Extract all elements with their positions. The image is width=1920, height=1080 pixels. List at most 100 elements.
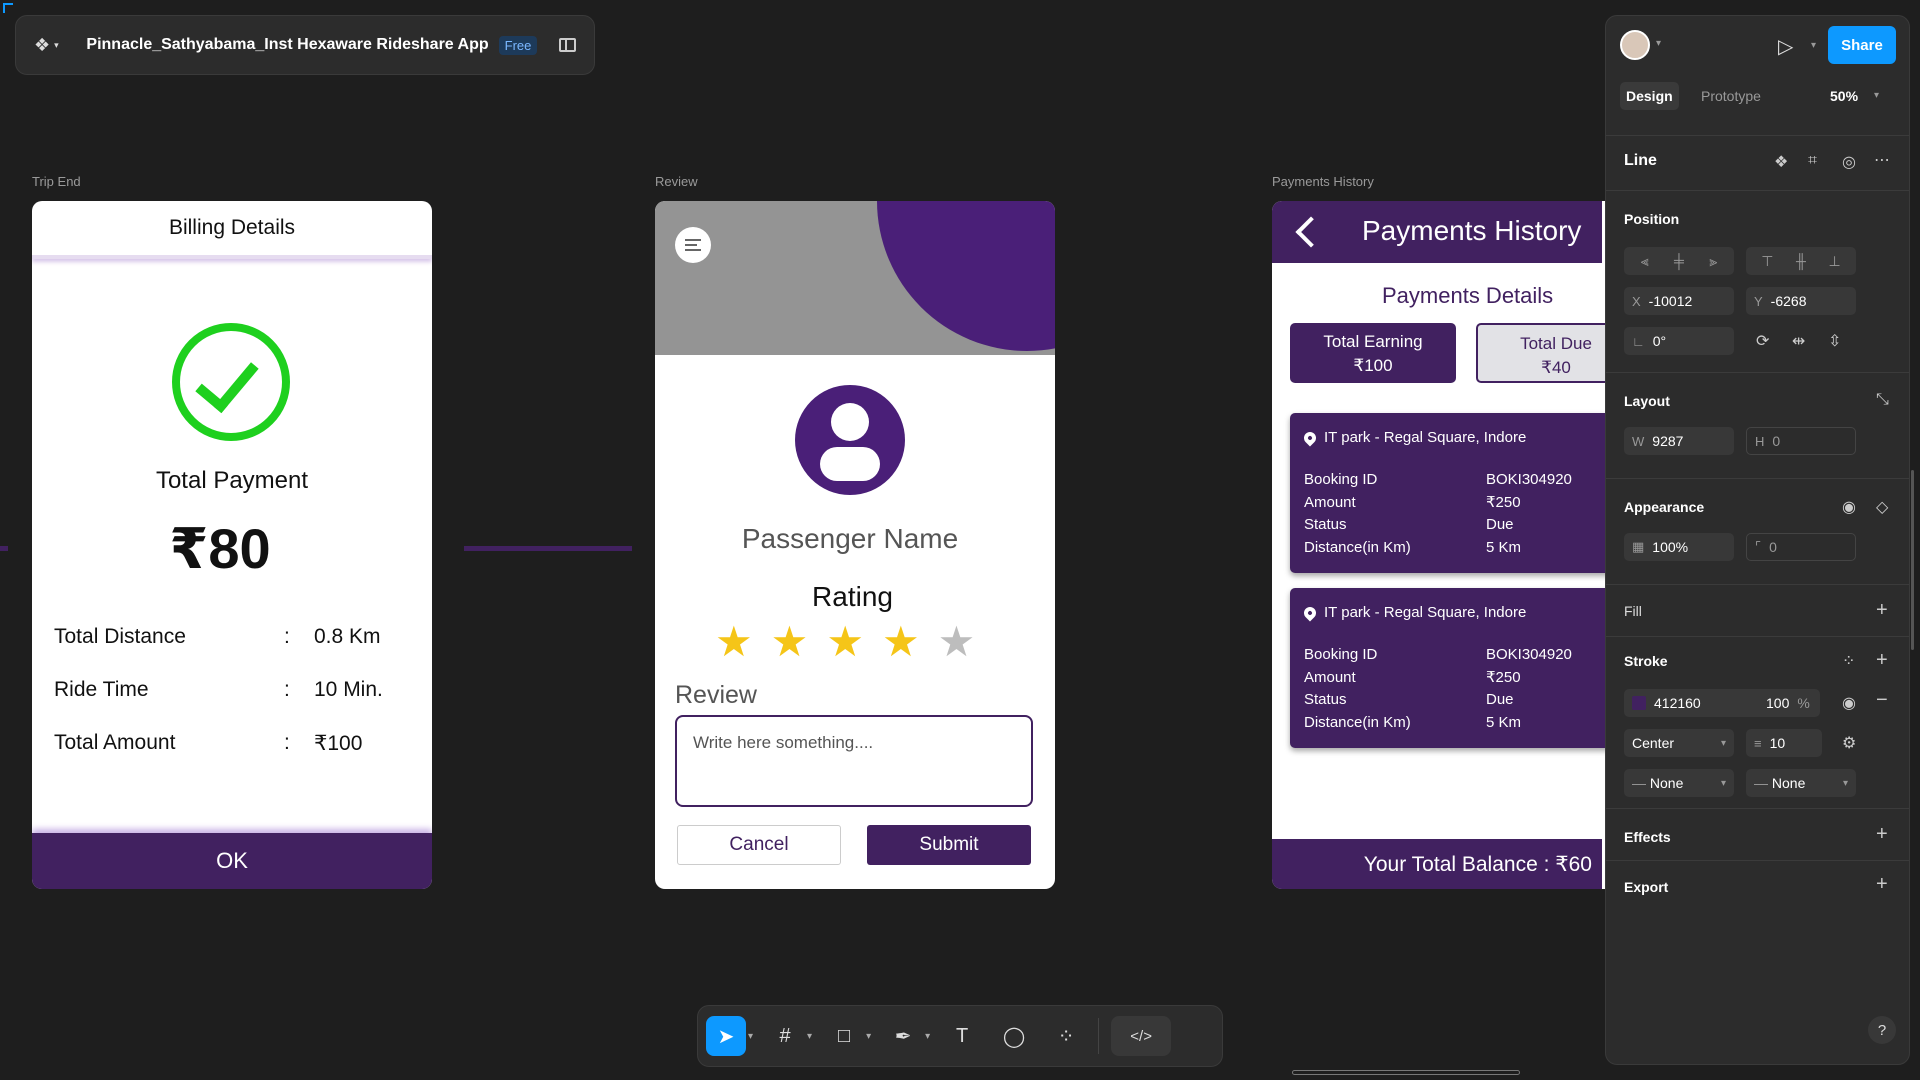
flip-horizontal-icon[interactable]: ⇹: [1792, 331, 1805, 351]
frame-label-trip-end[interactable]: Trip End: [32, 174, 81, 189]
corner-radius-field[interactable]: ⌜ 0: [1746, 533, 1856, 561]
connector-line[interactable]: [464, 546, 632, 551]
chevron-down-icon[interactable]: ▾: [925, 1031, 930, 1042]
chevron-down-icon[interactable]: ▾: [1656, 38, 1661, 49]
review-frame[interactable]: Passenger Name Rating ★ ★ ★ ★ ★ Review W…: [655, 201, 1055, 889]
plan-badge[interactable]: Free: [498, 35, 538, 55]
horizontal-align-group[interactable]: ⫷ ╪ ⫸: [1624, 247, 1734, 275]
bill-key: Total Amount: [54, 731, 176, 754]
fill-title: Fill: [1624, 603, 1642, 619]
connector-line-stub[interactable]: [0, 546, 8, 551]
stroke-visibility-eye-icon[interactable]: ◉: [1842, 693, 1856, 713]
bill-row: Ride Time : 10 Min.: [54, 678, 414, 702]
bill-sep: :: [284, 731, 290, 754]
play-icon[interactable]: ▷: [1778, 34, 1793, 59]
rotate-icon[interactable]: ⟳: [1756, 331, 1769, 351]
selection-type[interactable]: Line: [1624, 152, 1657, 170]
review-input[interactable]: Write here something....: [675, 715, 1033, 807]
position-title: Position: [1624, 211, 1680, 227]
stroke-weight-field[interactable]: ≡ 10: [1746, 729, 1822, 757]
chevron-down-icon[interactable]: ▾: [866, 1031, 871, 1042]
passenger-name: Passenger Name: [741, 523, 959, 554]
help-icon[interactable]: ?: [1868, 1016, 1896, 1044]
x-field[interactable]: X -10012: [1624, 287, 1734, 315]
payments-frame[interactable]: Payments History Payments Details Total …: [1272, 201, 1605, 889]
stroke-color-field[interactable]: 412160 100%: [1624, 689, 1820, 717]
star-icon[interactable]: ★: [826, 621, 864, 663]
remove-stroke-icon[interactable]: −: [1876, 689, 1888, 712]
pen-tool-icon[interactable]: ✒: [883, 1016, 923, 1056]
canvas-scrollbar[interactable]: [1292, 1070, 1520, 1075]
trip-end-frame[interactable]: Billing Details Total Payment ₹80 Total …: [32, 201, 432, 889]
more-options-icon[interactable]: ⋯: [1874, 150, 1890, 170]
opacity-field[interactable]: ▦ 100%: [1624, 533, 1734, 561]
visibility-eye-icon[interactable]: ◉: [1842, 497, 1856, 517]
submit-button[interactable]: Submit: [867, 825, 1031, 865]
ok-button[interactable]: OK: [32, 833, 432, 889]
rotation-field[interactable]: ∟ 0°: [1624, 327, 1734, 355]
align-top-icon: ⊤: [1761, 252, 1774, 269]
collapse-icon[interactable]: ⤡: [1876, 391, 1889, 409]
zoom-level[interactable]: 50%: [1830, 88, 1858, 104]
avatar-icon: [795, 385, 905, 495]
cancel-button[interactable]: Cancel: [677, 825, 841, 865]
total-earning-card[interactable]: Total Earning ₹100: [1290, 323, 1456, 383]
tab-prototype[interactable]: Prototype: [1701, 88, 1761, 104]
frame-label-payments[interactable]: Payments History: [1272, 174, 1374, 189]
share-button[interactable]: Share: [1828, 26, 1896, 64]
add-fill-icon[interactable]: +: [1876, 599, 1888, 622]
star-empty-icon[interactable]: ★: [938, 621, 976, 663]
rating-stars[interactable]: ★ ★ ★ ★ ★: [715, 621, 975, 663]
bill-row: Total Distance : 0.8 Km: [54, 625, 414, 649]
flip-vertical-icon[interactable]: ⇳: [1828, 331, 1841, 351]
text-tool-icon[interactable]: T: [942, 1016, 982, 1056]
booking-card[interactable]: IT park - Regal Square, Indore Booking I…: [1290, 588, 1605, 748]
total-due-card[interactable]: Total Due ₹40: [1476, 323, 1605, 383]
due-value: ₹40: [1541, 357, 1571, 377]
comment-tool-icon[interactable]: ◯: [994, 1016, 1034, 1056]
y-field[interactable]: Y -6268: [1746, 287, 1856, 315]
stroke-styles-icon[interactable]: ⁘: [1842, 651, 1855, 671]
align-center-v-icon: ╫: [1796, 253, 1806, 269]
main-menu-button[interactable]: ❖ ▾: [34, 35, 66, 56]
add-effect-icon[interactable]: +: [1876, 823, 1888, 846]
add-export-icon[interactable]: +: [1876, 873, 1888, 896]
panel-scrollbar[interactable]: [1911, 470, 1914, 650]
height-field[interactable]: H0: [1746, 427, 1856, 455]
chevron-down-icon[interactable]: ▾: [1874, 90, 1879, 101]
frame-tool-icon[interactable]: #: [765, 1016, 805, 1056]
dev-mode-toggle-icon[interactable]: </>: [1111, 1016, 1172, 1056]
frame-label-review[interactable]: Review: [655, 174, 698, 189]
width-field[interactable]: W 9287: [1624, 427, 1734, 455]
stroke-settings-icon[interactable]: ⚙: [1842, 733, 1856, 753]
rating-label: Rating: [812, 581, 893, 612]
star-icon[interactable]: ★: [715, 621, 753, 663]
booking-place: IT park - Regal Square, Indore: [1301, 429, 1526, 446]
chevron-down-icon[interactable]: ▾: [1811, 40, 1816, 51]
component-icon[interactable]: ❖: [1774, 152, 1788, 172]
toggle-sidebar-icon[interactable]: [559, 38, 576, 52]
vertical-align-group[interactable]: ⊤ ╫ ⊥: [1746, 247, 1856, 275]
frame-selection-icon[interactable]: ⌗: [1808, 152, 1817, 170]
chevron-down-icon[interactable]: ▾: [807, 1031, 812, 1042]
stroke-title: Stroke: [1624, 653, 1668, 669]
chevron-down-icon[interactable]: ▾: [748, 1031, 753, 1042]
booking-card[interactable]: IT park - Regal Square, Indore Booking I…: [1290, 413, 1605, 573]
actions-tool-icon[interactable]: ⁘: [1046, 1016, 1086, 1056]
mask-icon[interactable]: ◎: [1842, 152, 1856, 172]
menu-icon[interactable]: [675, 227, 711, 263]
stroke-color-swatch[interactable]: [1632, 696, 1646, 710]
star-icon[interactable]: ★: [882, 621, 920, 663]
rectangle-tool-icon[interactable]: □: [824, 1016, 864, 1056]
tab-design[interactable]: Design: [1620, 82, 1679, 110]
line-start-select[interactable]: — None ▾: [1624, 769, 1734, 797]
star-icon[interactable]: ★: [771, 621, 809, 663]
bill-sep: :: [284, 625, 290, 648]
user-avatar[interactable]: [1620, 30, 1650, 60]
add-stroke-icon[interactable]: +: [1876, 649, 1888, 672]
file-name[interactable]: Pinnacle_Sathyabama_Inst Hexaware Ridesh…: [86, 36, 488, 54]
move-tool-icon[interactable]: ➤: [706, 1016, 746, 1056]
stroke-align-select[interactable]: Center ▾: [1624, 729, 1734, 757]
blend-mode-icon[interactable]: ◇: [1876, 497, 1888, 517]
line-end-select[interactable]: — None ▾: [1746, 769, 1856, 797]
